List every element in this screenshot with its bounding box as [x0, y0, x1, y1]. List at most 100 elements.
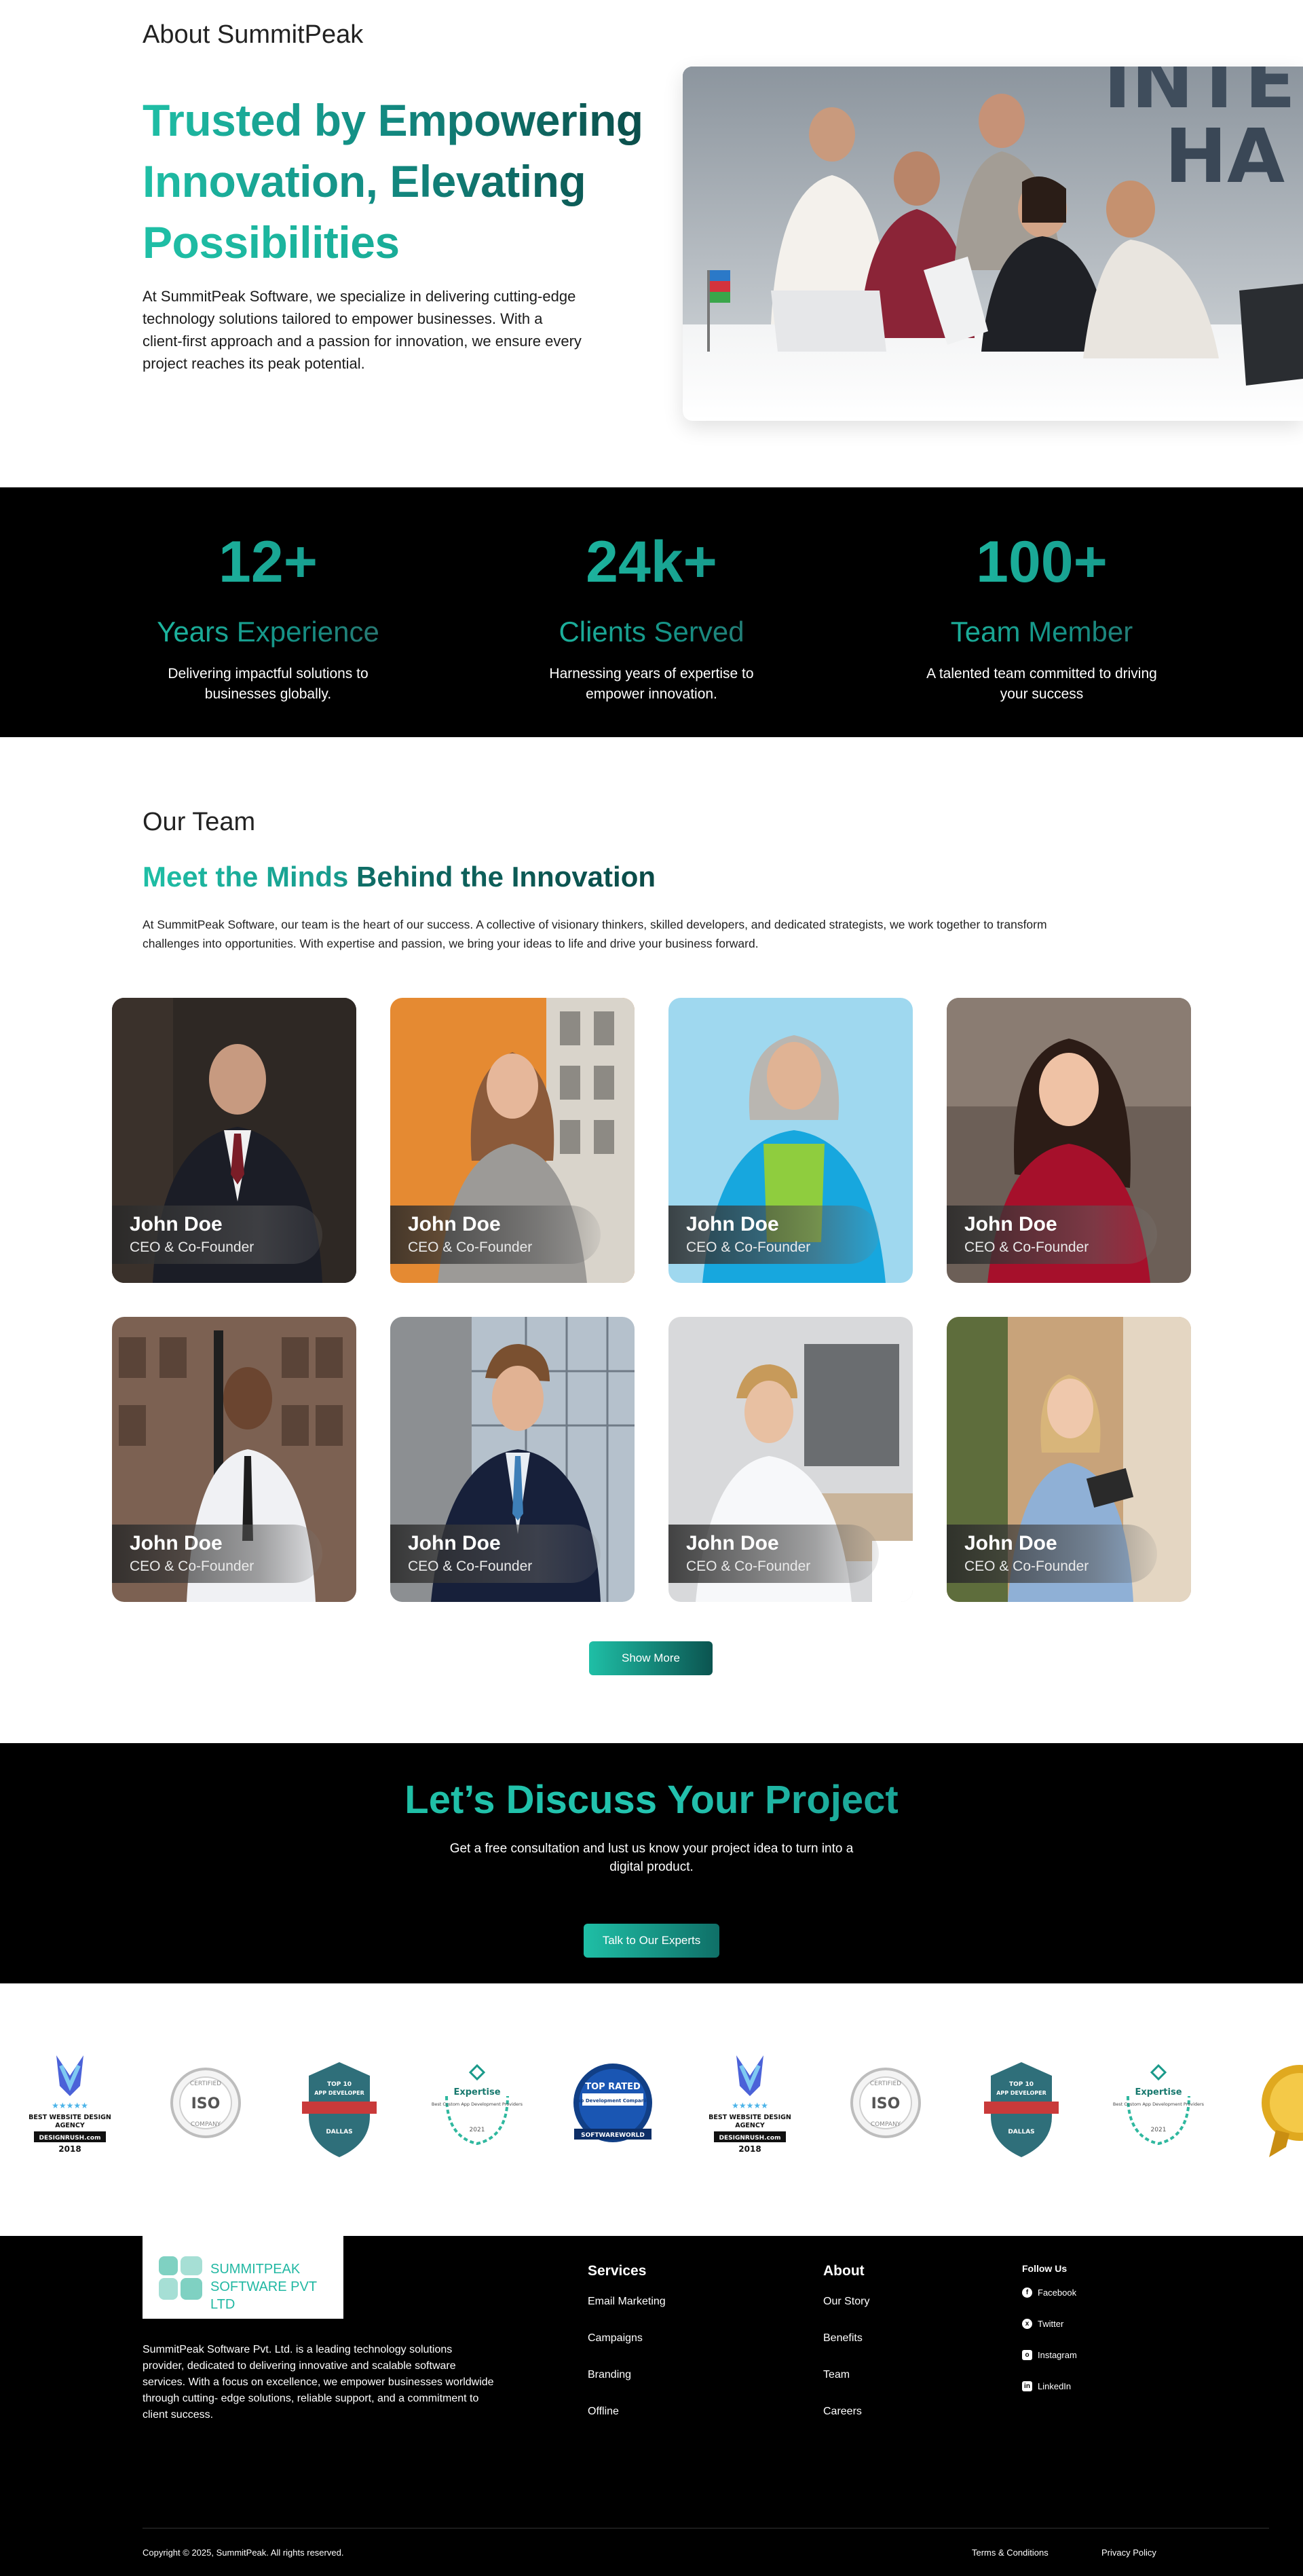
badge-text: TOP 10	[327, 2081, 352, 2088]
member-name: John Doe	[408, 1532, 501, 1554]
badge-text: APP DEVELOPER	[314, 2090, 364, 2096]
about-title: Trusted by Empowering Innovation, Elevat…	[143, 90, 658, 273]
team-card[interactable]: John Doe CEO & Co-Founder	[390, 998, 635, 1283]
member-nameplate: John Doe CEO & Co-Founder	[668, 1206, 879, 1264]
summitpeak-logo-icon	[159, 2256, 202, 2300]
team-meeting-illustration: INTE HA	[683, 67, 1303, 421]
social-linkedin[interactable]: in LinkedIn	[1022, 2381, 1071, 2391]
talk-to-experts-button[interactable]: Talk to Our Experts	[584, 1924, 719, 1958]
team-heading: Meet the Minds Behind the Innovation	[143, 861, 656, 893]
about-title-line-2: Innovation, Elevating	[143, 151, 658, 212]
footer-link-email-marketing[interactable]: Email Marketing	[588, 2296, 666, 2308]
stat-value: 24k+	[509, 528, 794, 596]
social-label: Facebook	[1038, 2288, 1077, 2298]
follow-us-title: Follow Us	[1022, 2263, 1068, 2274]
team-card[interactable]: John Doe CEO & Co-Founder	[668, 998, 913, 1283]
team-card[interactable]: John Doe CEO & Co-Founder	[390, 1317, 635, 1602]
badge-text: DALLAS	[1008, 2129, 1034, 2135]
badge-text: APP DEVELOPER	[996, 2090, 1046, 2096]
badge-text: ISO	[191, 2095, 221, 2112]
member-nameplate: John Doe CEO & Co-Founder	[947, 1525, 1157, 1583]
stat-clients: 24k+ Clients Served Harnessing years of …	[509, 528, 794, 705]
cta-title: Let’s Discuss Your Project	[0, 1777, 1303, 1823]
badge-text: 2018	[58, 2144, 81, 2154]
terms-link[interactable]: Terms & Conditions	[972, 2547, 1049, 2558]
footer-link-our-story[interactable]: Our Story	[823, 2296, 869, 2308]
about-title: About	[823, 2263, 865, 2279]
member-role: CEO & Co-Founder	[686, 1239, 811, 1255]
member-nameplate: John Doe CEO & Co-Founder	[947, 1206, 1157, 1264]
member-nameplate: John Doe CEO & Co-Founder	[390, 1206, 601, 1264]
gold-award-badge	[1262, 2065, 1303, 2157]
team-card[interactable]: John Doe CEO & Co-Founder	[668, 1317, 913, 1602]
twitter-x-icon: x	[1022, 2319, 1032, 2329]
badge-text: TOP RATED	[585, 2082, 641, 2092]
team-card[interactable]: John Doe CEO & Co-Founder	[112, 1317, 356, 1602]
team-card[interactable]: John Doe CEO & Co-Founder	[947, 998, 1191, 1283]
member-nameplate: John Doe CEO & Co-Founder	[668, 1525, 879, 1583]
iso-certified-badge: CERTIFIED ISO COMPANY	[850, 2068, 921, 2138]
stat-value: 12+	[126, 528, 411, 596]
footer-link-careers[interactable]: Careers	[823, 2406, 862, 2418]
member-nameplate: John Doe CEO & Co-Founder	[112, 1206, 322, 1264]
badge-text: 2021	[470, 2127, 485, 2133]
svg-text:HA: HA	[1165, 113, 1285, 200]
best-agency-badge: ★★★★★ BEST WEBSITE DESIGN AGENCY DESIGNR…	[709, 2055, 791, 2154]
team-card[interactable]: John Doe CEO & Co-Founder	[947, 1317, 1191, 1602]
footer-logo-text: SUMMITPEAK SOFTWARE PVT LTD	[210, 2260, 343, 2313]
member-nameplate: John Doe CEO & Co-Founder	[390, 1525, 601, 1583]
badge-text: DESIGNRUSH.com	[719, 2135, 781, 2142]
linkedin-icon: in	[1022, 2381, 1032, 2391]
cta-description: Get a free consultation and lust us know…	[449, 1842, 854, 1874]
team-card[interactable]: John Doe CEO & Co-Founder	[112, 998, 356, 1283]
about-section: About SummitPeak Trusted by Empowering I…	[0, 0, 1303, 487]
badge-text: 2018	[738, 2144, 761, 2154]
social-twitter[interactable]: x Twitter	[1022, 2319, 1063, 2329]
member-role: CEO & Co-Founder	[686, 1558, 811, 1574]
instagram-icon: o	[1022, 2350, 1032, 2360]
expertise-badge: Expertise Best Custom App Development Pr…	[432, 2064, 523, 2146]
footer-link-benefits[interactable]: Benefits	[823, 2332, 863, 2345]
footer-link-team[interactable]: Team	[823, 2369, 850, 2381]
top-developer-badge: TOP 10 APP DEVELOPER DALLAS	[984, 2062, 1059, 2157]
awards-strip: ★★★★★ BEST WEBSITE DESIGN AGENCY DESIGNR…	[0, 1983, 1303, 2236]
badge-text: ISO	[871, 2095, 901, 2112]
footer-link-campaigns[interactable]: Campaigns	[588, 2332, 643, 2345]
badge-text: DALLAS	[326, 2129, 352, 2135]
member-name: John Doe	[130, 1532, 223, 1554]
stat-description: Delivering impactful solutions to busine…	[168, 666, 369, 702]
stat-label: Clients Served	[509, 614, 794, 650]
about-description: At SummitPeak Software, we specialize in…	[143, 288, 582, 372]
stat-value: 100+	[899, 528, 1184, 596]
top-rated-badge: TOP RATED App Development Companies SOFT…	[573, 2064, 652, 2142]
privacy-link[interactable]: Privacy Policy	[1101, 2547, 1156, 2558]
footer-link-branding[interactable]: Branding	[588, 2369, 631, 2381]
social-label: Twitter	[1038, 2319, 1064, 2329]
expertise-badge: Expertise Best Custom App Development Pr…	[1113, 2064, 1205, 2146]
cta-title-text: Let’s Discuss Your Project	[404, 1778, 899, 1822]
stat-team: 100+ Team Member A talented team committ…	[899, 528, 1184, 705]
footer-logo[interactable]: SUMMITPEAK SOFTWARE PVT LTD	[143, 2236, 343, 2319]
svg-text:★★★★★: ★★★★★	[52, 2101, 88, 2110]
about-eyebrow: About SummitPeak	[143, 20, 364, 49]
services-title: Services	[588, 2263, 647, 2279]
badge-text: TOP 10	[1009, 2081, 1034, 2088]
member-role: CEO & Co-Founder	[130, 1239, 254, 1255]
badge-text: SOFTWAREWORLD	[581, 2132, 645, 2139]
member-role: CEO & Co-Founder	[964, 1239, 1089, 1255]
badge-text: BEST WEBSITE DESIGN	[709, 2114, 791, 2121]
member-role: CEO & Co-Founder	[964, 1558, 1089, 1574]
badge-text: Expertise	[453, 2087, 500, 2097]
social-label: LinkedIn	[1038, 2381, 1072, 2391]
facebook-icon: f	[1022, 2288, 1032, 2298]
show-more-button[interactable]: Show More	[589, 1641, 713, 1675]
member-role: CEO & Co-Founder	[408, 1239, 533, 1255]
cta-section: Let’s Discuss Your Project Get a free co…	[0, 1743, 1303, 1983]
social-instagram[interactable]: o Instagram	[1022, 2350, 1077, 2360]
social-facebook[interactable]: f Facebook	[1022, 2288, 1076, 2298]
member-name: John Doe	[686, 1532, 779, 1554]
badge-text: Expertise	[1135, 2087, 1182, 2097]
logo-line-2: SOFTWARE PVT LTD	[210, 2279, 317, 2312]
footer-link-offline[interactable]: Offline	[588, 2406, 619, 2418]
stat-description: A talented team committed to driving you…	[926, 666, 1157, 702]
